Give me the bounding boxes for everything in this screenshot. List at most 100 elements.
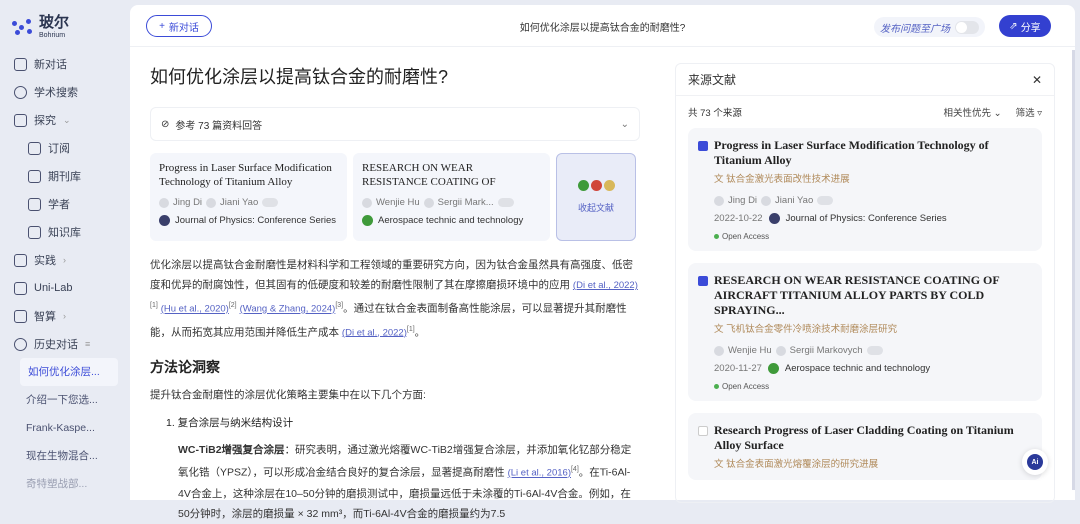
author: Jing Di — [173, 197, 203, 208]
reference-card[interactable]: Progress in Laser Surface Modification T… — [150, 153, 347, 241]
ai-assistant-button[interactable]: Ai — [1022, 449, 1048, 475]
label: 期刊库 — [48, 171, 81, 183]
sidebar-item-subscribe[interactable]: 订阅 — [14, 134, 124, 162]
menu-icon[interactable]: ≡ — [85, 339, 90, 349]
lab-icon — [14, 281, 27, 295]
journal-icon — [603, 180, 615, 191]
source-title[interactable]: RESEARCH ON WEAR RESISTANCE COATING OF A… — [714, 273, 1030, 318]
journal-icon — [362, 215, 373, 226]
author: Sergii Markovych — [789, 345, 863, 356]
author: Jiani Yao — [775, 195, 814, 206]
sources-panel: 来源文献 ✕ 共 73 个来源 相关性优先 ⌄ 筛选 ▿ Progress in La… — [675, 63, 1055, 503]
label: 学术搜索 — [34, 87, 78, 99]
label: Uni-Lab — [34, 282, 73, 294]
more-badge — [866, 346, 883, 355]
citation-link[interactable]: (Wang & Zhang, 2024) — [240, 304, 336, 315]
main-panel: + 新对话 如何优化涂层以提高钛合金的耐磨性? 发布问题至广场 ⇗ 分享 如何优化涂… — [130, 5, 1075, 520]
avatar — [159, 197, 169, 208]
source-item[interactable]: Research Progress of Laser Cladding Coat… — [688, 413, 1042, 480]
label: 参考 73 篇资料回答 — [175, 120, 263, 132]
answer-paragraph: 优化涂层以提高钛合金耐磨性是材料科学和工程领域的重要研究方向，因为钛合金虽然具有… — [150, 255, 640, 343]
sidebar-item-journals[interactable]: 期刊库 — [14, 162, 124, 190]
citation-link[interactable]: (Li et al., 2016) — [508, 468, 571, 479]
label: 收起文献 — [577, 203, 614, 213]
toggle-switch[interactable] — [955, 20, 979, 34]
scrollbar[interactable] — [1072, 50, 1075, 490]
sort-dropdown[interactable]: 相关性优先 ⌄ — [943, 105, 1001, 119]
sub-paragraph: WC-TiB2增强复合涂层：研究表明，通过激光熔覆WC-TiB2增强复合涂层，并… — [150, 440, 640, 524]
label: 历史对话 — [34, 339, 78, 351]
sidebar-item-new-chat[interactable]: 新对话 — [14, 50, 124, 78]
avatar — [423, 197, 434, 208]
source-item[interactable]: RESEARCH ON WEAR RESISTANCE COATING OF A… — [688, 263, 1042, 401]
checkbox[interactable] — [698, 276, 708, 286]
checkbox[interactable] — [698, 141, 708, 151]
history-item[interactable]: 奇特塑战部... — [14, 470, 124, 498]
source-title[interactable]: Progress in Laser Surface Modification T… — [714, 138, 1030, 168]
sidebar-item-knowledge[interactable]: 知识库 — [14, 218, 124, 246]
collapse-references-button[interactable]: 收起文献 — [556, 153, 636, 241]
share-button[interactable]: ⇗ 分享 — [999, 15, 1051, 37]
text: 。 — [414, 326, 426, 338]
date: 2022-10-22 — [714, 213, 763, 224]
graduation-cap-icon — [28, 197, 41, 211]
ai-icon: Ai — [1027, 454, 1043, 470]
history-item[interactable]: 介绍一下您选... — [14, 386, 124, 414]
journal: Aerospace technic and technology — [378, 215, 524, 226]
sidebar-item-search[interactable]: 学术搜索 — [14, 78, 124, 106]
journal: Journal of Physics: Conference Series — [175, 215, 337, 226]
chevron-icon: › — [63, 255, 66, 265]
references-toggle[interactable]: ⊘ 参考 73 篇资料回答 ⌄ — [150, 107, 640, 141]
avatar — [206, 197, 217, 208]
avatar — [775, 345, 786, 356]
history-item[interactable]: 现在生物混合... — [14, 442, 124, 470]
citation-number: [3] — [335, 302, 344, 309]
source-item[interactable]: Progress in Laser Surface Modification T… — [688, 128, 1042, 251]
journal: Aerospace technic and technology — [784, 363, 931, 374]
sidebar-item-history[interactable]: 历史对话 ≡ — [14, 330, 124, 358]
label: 新对话 — [34, 59, 67, 71]
publish-toggle[interactable]: 发布问题至广场 — [874, 17, 985, 37]
label: 知识库 — [48, 227, 81, 239]
reference-card[interactable]: RESEARCH ON WEAR RESISTANCE COATING OF A… — [353, 153, 550, 241]
source-title[interactable]: Research Progress of Laser Cladding Coat… — [714, 423, 1030, 453]
chevron-icon: › — [63, 311, 66, 321]
card-title: Progress in Laser Surface Modification T… — [159, 162, 332, 188]
sidebar-item-scholars[interactable]: 学者 — [14, 190, 124, 218]
sidebar-item-practice[interactable]: 实践 › — [14, 246, 124, 274]
more-badge — [262, 198, 279, 207]
sidebar-item-unilab[interactable]: Uni-Lab — [14, 274, 124, 302]
filter-button[interactable]: 筛选 ▿ — [1016, 105, 1042, 119]
history-item[interactable]: 如何优化涂层... — [20, 358, 118, 386]
sidebar-item-explore[interactable]: 探究 ⌄ — [14, 106, 124, 134]
edit-icon — [14, 57, 27, 71]
brand-sub: Bohrium — [39, 32, 66, 39]
label: 学者 — [48, 199, 70, 211]
citation-link[interactable]: (Di et al., 2022) — [342, 327, 407, 338]
sidebar-item-compute[interactable]: 智算 › — [14, 302, 124, 330]
sidebar: 玻尔 Bohrium 新对话 学术搜索 探究 ⌄ 订阅 期刊库 学者 知识库 实践 ›… — [0, 0, 130, 495]
citation-link[interactable]: (Hu et al., 2020) — [161, 304, 229, 315]
history-item[interactable]: Frank-Kaspe... — [14, 414, 124, 442]
label: 相关性优先 — [943, 108, 991, 119]
translated-title: 钛合金激光表面改性技术进展 — [726, 174, 850, 185]
translated-title: 钛合金表面激光熔覆涂层的研究进展 — [726, 459, 879, 470]
journal-icon — [577, 180, 589, 191]
avatar — [362, 197, 372, 208]
logo[interactable]: 玻尔 Bohrium — [12, 14, 69, 39]
close-icon[interactable]: ✕ — [1032, 73, 1042, 87]
answer-area: 如何优化涂层以提高钛合金的耐磨性? ⊘ 参考 73 篇资料回答 ⌄ Progress… — [150, 63, 640, 524]
translate-icon: 文 — [714, 174, 724, 185]
journal-icon — [768, 213, 780, 224]
citation-link[interactable]: (Di et al., 2022) — [573, 280, 638, 291]
open-access-badge: Open Access — [722, 232, 770, 241]
avatar — [714, 195, 724, 206]
checkbox[interactable] — [698, 426, 708, 436]
citation-number: [1] — [150, 302, 158, 309]
label: 实践 — [34, 255, 56, 267]
intro-text: 提升钛合金耐磨性的涂层优化策略主要集中在以下几个方面: — [150, 389, 426, 401]
share-icon: ⇗ — [1009, 20, 1018, 32]
top-bar: + 新对话 如何优化涂层以提高钛合金的耐磨性? 发布问题至广场 ⇗ 分享 — [130, 5, 1075, 47]
tools-icon — [14, 253, 27, 267]
author: Jing Di — [728, 195, 758, 206]
